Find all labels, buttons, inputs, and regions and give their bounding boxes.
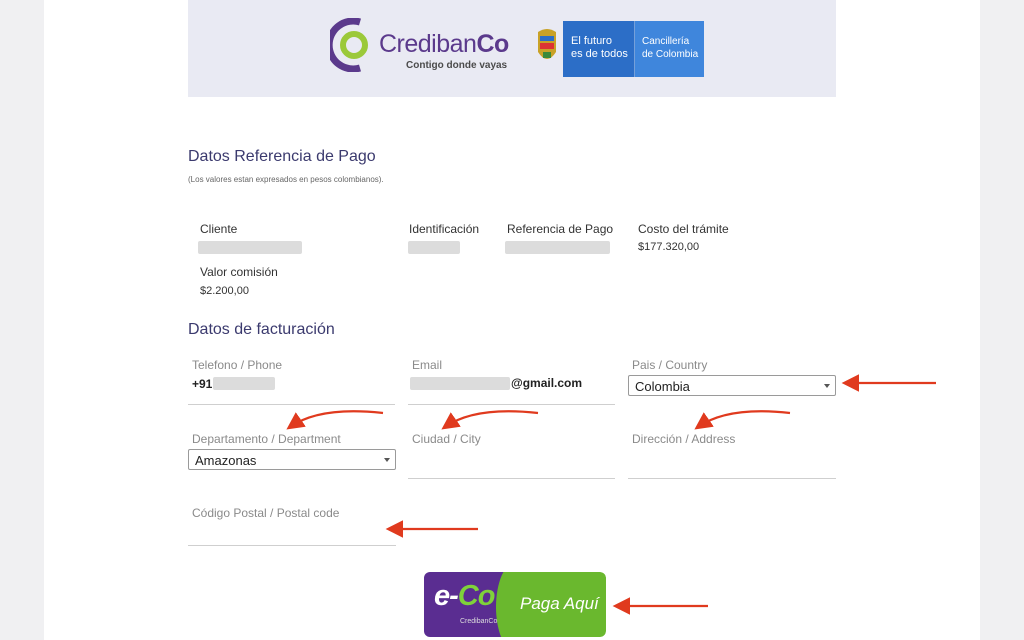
referencia-label: Referencia de Pago [507,222,614,236]
pay-here-button[interactable]: e-Co CredibanCo Paga Aquí [424,572,606,637]
eco-logo: e-Co [434,580,495,612]
page-container: CredibanCo Contigo donde vayas El futuro… [44,0,980,640]
cliente-value-redacted [198,241,302,254]
phone-label: Telefono / Phone [192,358,283,372]
address-label: Dirección / Address [632,432,736,446]
department-label: Departamento / Department [192,432,341,446]
costo-value: $177.320,00 [638,241,700,253]
postal-label: Código Postal / Postal code [192,506,340,520]
chevron-down-icon [384,458,390,462]
comision-label: Valor comisión [200,265,278,279]
city-label: Ciudad / City [412,432,481,446]
phone-value-redacted [213,377,275,390]
cliente-label: Cliente [200,222,238,236]
email-label: Email [412,358,443,372]
country-label: Pais / Country [632,358,708,372]
identificacion-value-redacted [408,241,460,254]
pay-mini-brand: CredibanCo [460,618,498,625]
referencia-value-redacted [505,241,610,254]
brand-tagline: Contigo donde vayas [406,60,508,71]
credibanco-logo-icon [330,18,368,72]
identificacion-label: Identificación [409,222,480,236]
chevron-down-icon [824,384,830,388]
brand-name: CredibanCo [379,30,509,58]
billing-title: Datos de facturación [188,321,335,338]
gov-logo: El futuro es de todos Cancillería de Colom… [563,21,704,77]
email-value-redacted [410,377,510,390]
country-select[interactable]: Colombia [628,375,836,396]
department-select[interactable]: Amazonas [188,449,396,470]
phone-prefix: +91 [192,377,213,391]
comision-value: $2.200,00 [200,285,249,297]
currency-note: (Los valores estan expresados en pesos c… [188,175,384,184]
payment-ref-title: Datos Referencia de Pago [188,148,376,165]
costo-label: Costo del trámite [638,222,729,236]
email-domain: @gmail.com [511,376,583,390]
colombia-crest-icon [538,29,556,59]
pay-here-label: Paga Aquí [520,594,599,613]
header-banner: CredibanCo Contigo donde vayas El futuro… [188,0,836,97]
